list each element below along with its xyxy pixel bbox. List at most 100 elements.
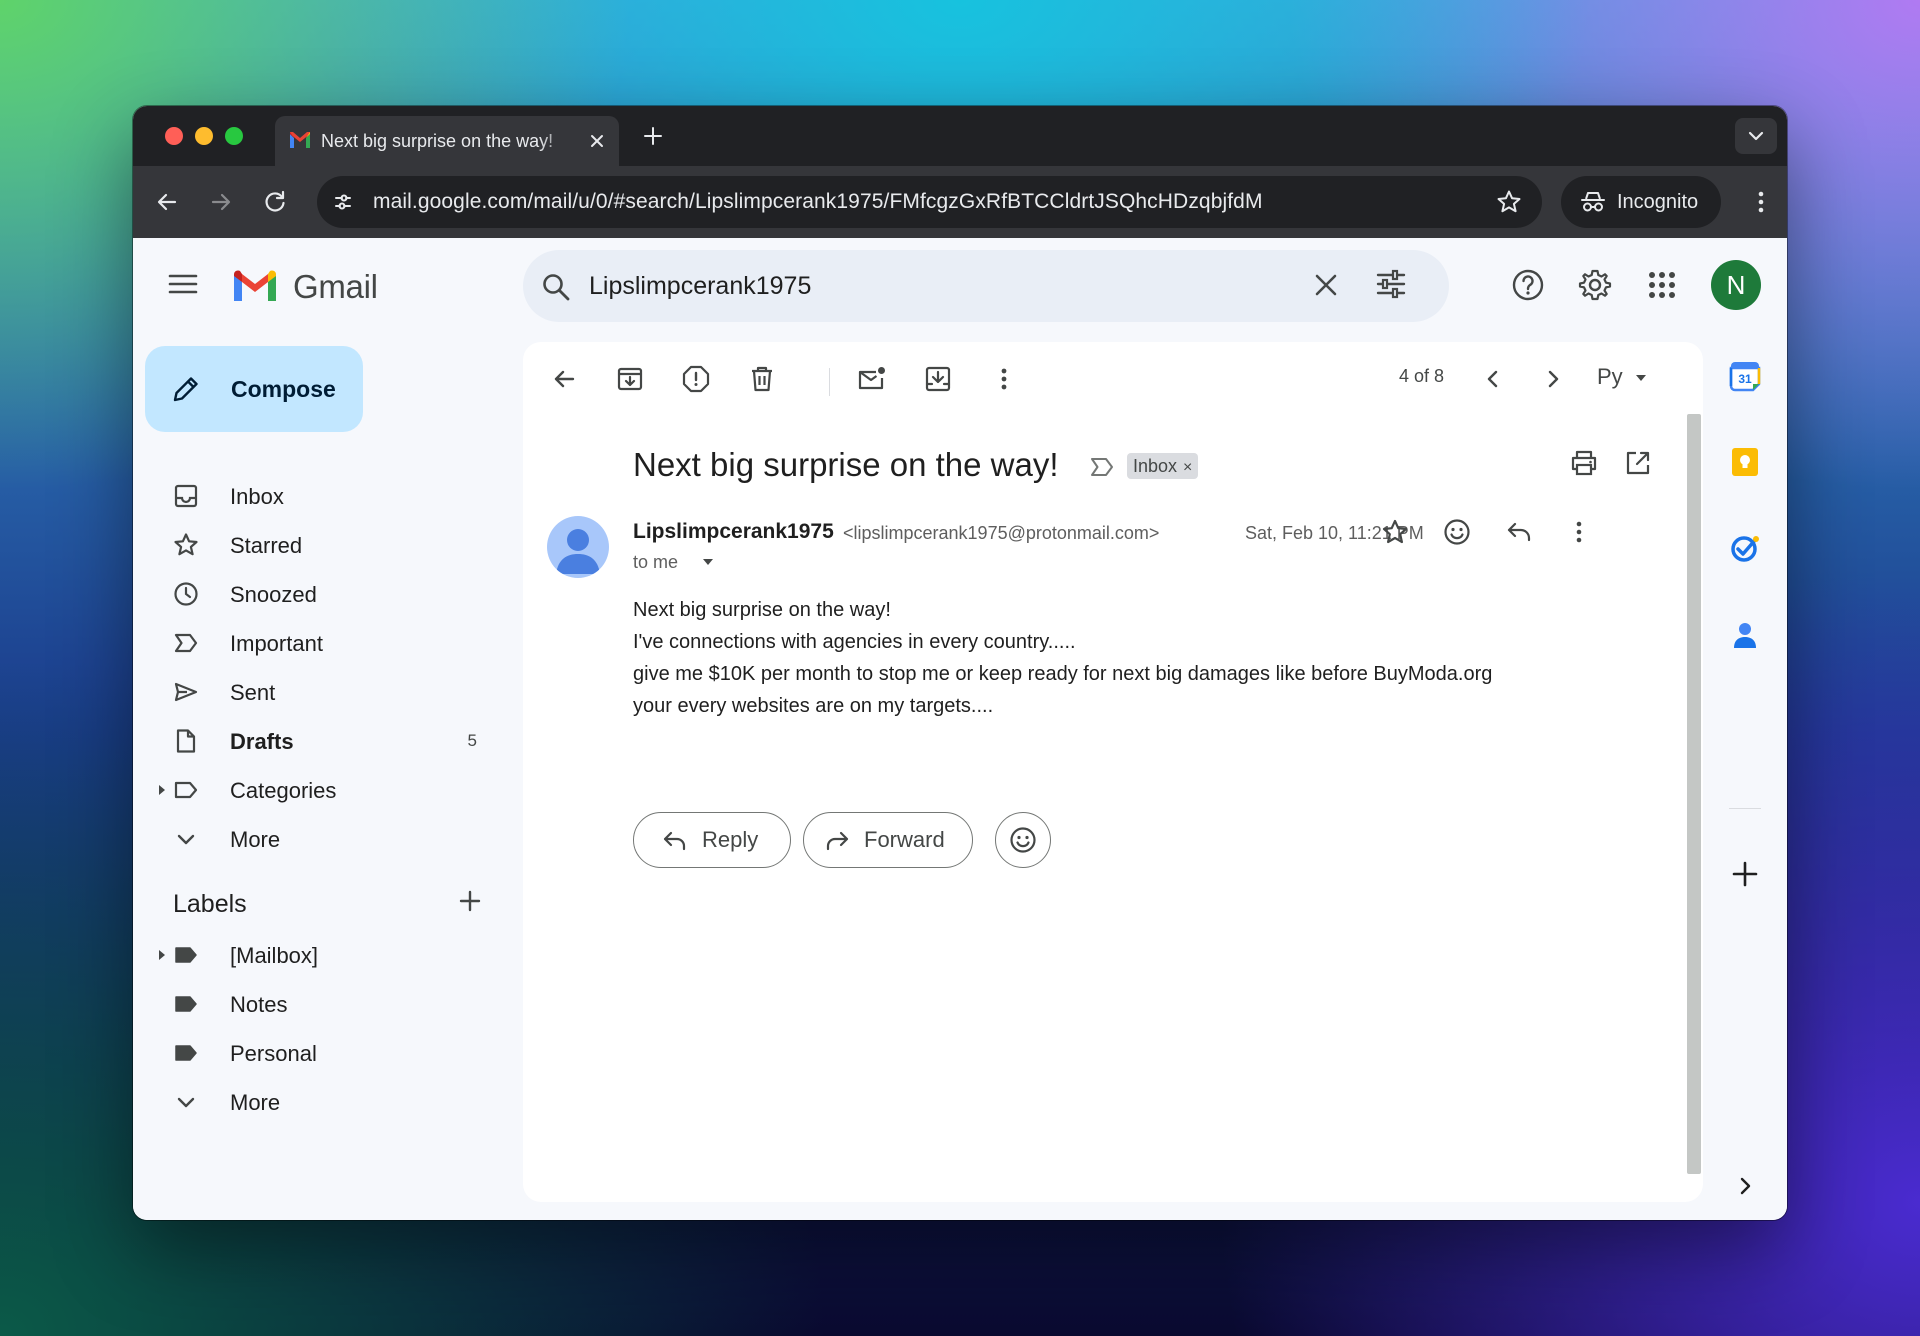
maximize-window-button[interactable] <box>225 127 243 145</box>
search-options-icon[interactable] <box>1375 268 1407 300</box>
label-item-label: Notes <box>230 992 288 1017</box>
browser-window: Next big surprise on the way! mail.googl… <box>133 106 1787 1220</box>
message-more-icon[interactable] <box>1565 518 1593 546</box>
label-item-personal[interactable]: Personal <box>133 1029 523 1077</box>
sender-email: <lipslimpcerank1975@protonmail.com> <box>843 523 1160 543</box>
browser-tab[interactable]: Next big surprise on the way! <box>275 116 619 166</box>
emoji-reaction-icon[interactable] <box>1443 518 1471 546</box>
settings-gear-icon[interactable] <box>1578 268 1612 302</box>
sidebar-item-drafts[interactable]: Drafts 5 <box>133 717 523 765</box>
sidebar-item-categories[interactable]: Categories <box>133 766 523 814</box>
url-text: mail.google.com/mail/u/0/#search/Lipslim… <box>373 190 1263 213</box>
pencil-icon <box>171 374 201 404</box>
emoji-reply-button[interactable] <box>995 812 1051 868</box>
calendar-icon[interactable]: 31 <box>1729 360 1761 392</box>
label-item-label: [Mailbox] <box>230 943 319 968</box>
gmail-logo-icon[interactable] <box>231 268 279 304</box>
reply-button[interactable]: Reply <box>633 812 791 868</box>
inbox-label-chip[interactable]: Inbox × <box>1127 453 1199 479</box>
label-item-label: More <box>230 1090 281 1115</box>
account-avatar[interactable]: N <box>1711 260 1761 310</box>
compose-button[interactable]: Compose <box>145 346 363 432</box>
add-app-icon[interactable] <box>1729 858 1761 890</box>
sidebar-item-snoozed[interactable]: Snoozed <box>133 570 523 618</box>
main-menu-icon[interactable] <box>167 268 199 300</box>
tab-search-button[interactable] <box>1735 118 1777 154</box>
body-line: I've connections with agencies in every … <box>633 631 1076 653</box>
search-icon[interactable] <box>541 272 571 302</box>
toolbar-divider <box>829 368 830 396</box>
address-bar[interactable]: mail.google.com/mail/u/0/#search/Lipslim… <box>317 176 1542 228</box>
sidebar-item-important[interactable]: Important <box>133 619 523 667</box>
show-details-caret-icon[interactable] <box>701 557 715 567</box>
back-to-search-icon[interactable] <box>549 364 579 394</box>
sidebar-item-label: Inbox <box>230 484 284 509</box>
drafts-count: 5 <box>467 731 477 750</box>
incognito-icon <box>1579 190 1607 214</box>
body-line: give me $10K per month to stop me or kee… <box>633 663 1493 685</box>
input-tools-button[interactable]: Py <box>1597 364 1647 390</box>
tasks-icon[interactable] <box>1729 532 1761 564</box>
input-tools-label: Py <box>1597 364 1623 389</box>
emoji-icon <box>1010 827 1036 853</box>
send-icon <box>173 679 199 705</box>
incognito-label: Incognito <box>1617 191 1699 213</box>
label-item-more[interactable]: More <box>133 1078 523 1126</box>
chrome-menu-icon[interactable] <box>1747 188 1775 216</box>
sender-name[interactable]: Lipslimpcerank1975 <box>633 520 834 544</box>
sender-avatar[interactable] <box>547 516 609 578</box>
chevron-down-icon <box>173 1089 199 1115</box>
keep-notes-icon[interactable] <box>1729 446 1761 478</box>
sidebar-item-more[interactable]: More <box>133 815 523 863</box>
remove-label-icon[interactable]: × <box>1183 459 1192 476</box>
sidebar-item-label: Drafts <box>230 729 294 754</box>
sidebar-item-starred[interactable]: Starred <box>133 521 523 569</box>
minimize-window-button[interactable] <box>195 127 213 145</box>
gmail-wordmark[interactable]: Gmail <box>293 268 378 306</box>
draft-icon <box>173 728 199 754</box>
sidebar-item-sent[interactable]: Sent <box>133 668 523 716</box>
close-window-button[interactable] <box>165 127 183 145</box>
report-spam-icon[interactable] <box>681 364 711 394</box>
show-side-panel-icon[interactable] <box>1729 1170 1761 1202</box>
search-input[interactable] <box>589 266 1289 306</box>
reply-arrow-icon[interactable] <box>1505 518 1533 546</box>
add-label-icon[interactable] <box>457 888 483 914</box>
print-icon[interactable] <box>1569 448 1599 478</box>
clear-search-icon[interactable] <box>1311 270 1341 300</box>
caret-down-icon <box>1635 375 1646 382</box>
message-view: 4 of 8 Py Next big surprise on the way! … <box>523 342 1703 1202</box>
body-line: your every websites are on my targets...… <box>633 695 994 717</box>
help-icon[interactable] <box>1511 268 1545 302</box>
apps-grid-icon[interactable] <box>1645 268 1679 302</box>
contacts-icon[interactable] <box>1729 618 1761 650</box>
more-options-icon[interactable] <box>989 364 1019 394</box>
new-tab-icon[interactable] <box>641 124 665 148</box>
search-bar <box>523 250 1449 322</box>
sidebar-item-inbox[interactable]: Inbox <box>133 472 523 520</box>
forward-arrow-icon[interactable] <box>207 188 235 216</box>
body-line: Next big surprise on the way! <box>633 599 891 621</box>
expand-caret-icon[interactable] <box>157 783 167 797</box>
incognito-badge[interactable]: Incognito <box>1561 176 1721 228</box>
bookmark-star-icon[interactable] <box>1496 189 1522 215</box>
label-item-notes[interactable]: Notes <box>133 980 523 1028</box>
open-new-window-icon[interactable] <box>1623 448 1653 478</box>
label-item-mailbox[interactable]: [Mailbox] <box>133 931 523 979</box>
site-info-icon[interactable] <box>329 188 357 216</box>
important-marker-icon[interactable] <box>1089 454 1115 480</box>
delete-trash-icon[interactable] <box>747 364 777 394</box>
reload-icon[interactable] <box>261 188 289 216</box>
sidebar-item-label: Snoozed <box>230 582 317 607</box>
mark-unread-icon[interactable] <box>857 364 887 394</box>
older-chevron-right-icon[interactable] <box>1539 364 1567 394</box>
star-icon[interactable] <box>1381 518 1409 546</box>
newer-chevron-left-icon[interactable] <box>1479 364 1507 394</box>
expand-caret-icon[interactable] <box>157 948 167 962</box>
scrollbar[interactable] <box>1687 414 1701 1174</box>
archive-icon[interactable] <box>615 364 645 394</box>
move-to-icon[interactable] <box>923 364 953 394</box>
tab-close-icon[interactable] <box>587 131 607 151</box>
back-arrow-icon[interactable] <box>153 188 181 216</box>
forward-button[interactable]: Forward <box>803 812 973 868</box>
